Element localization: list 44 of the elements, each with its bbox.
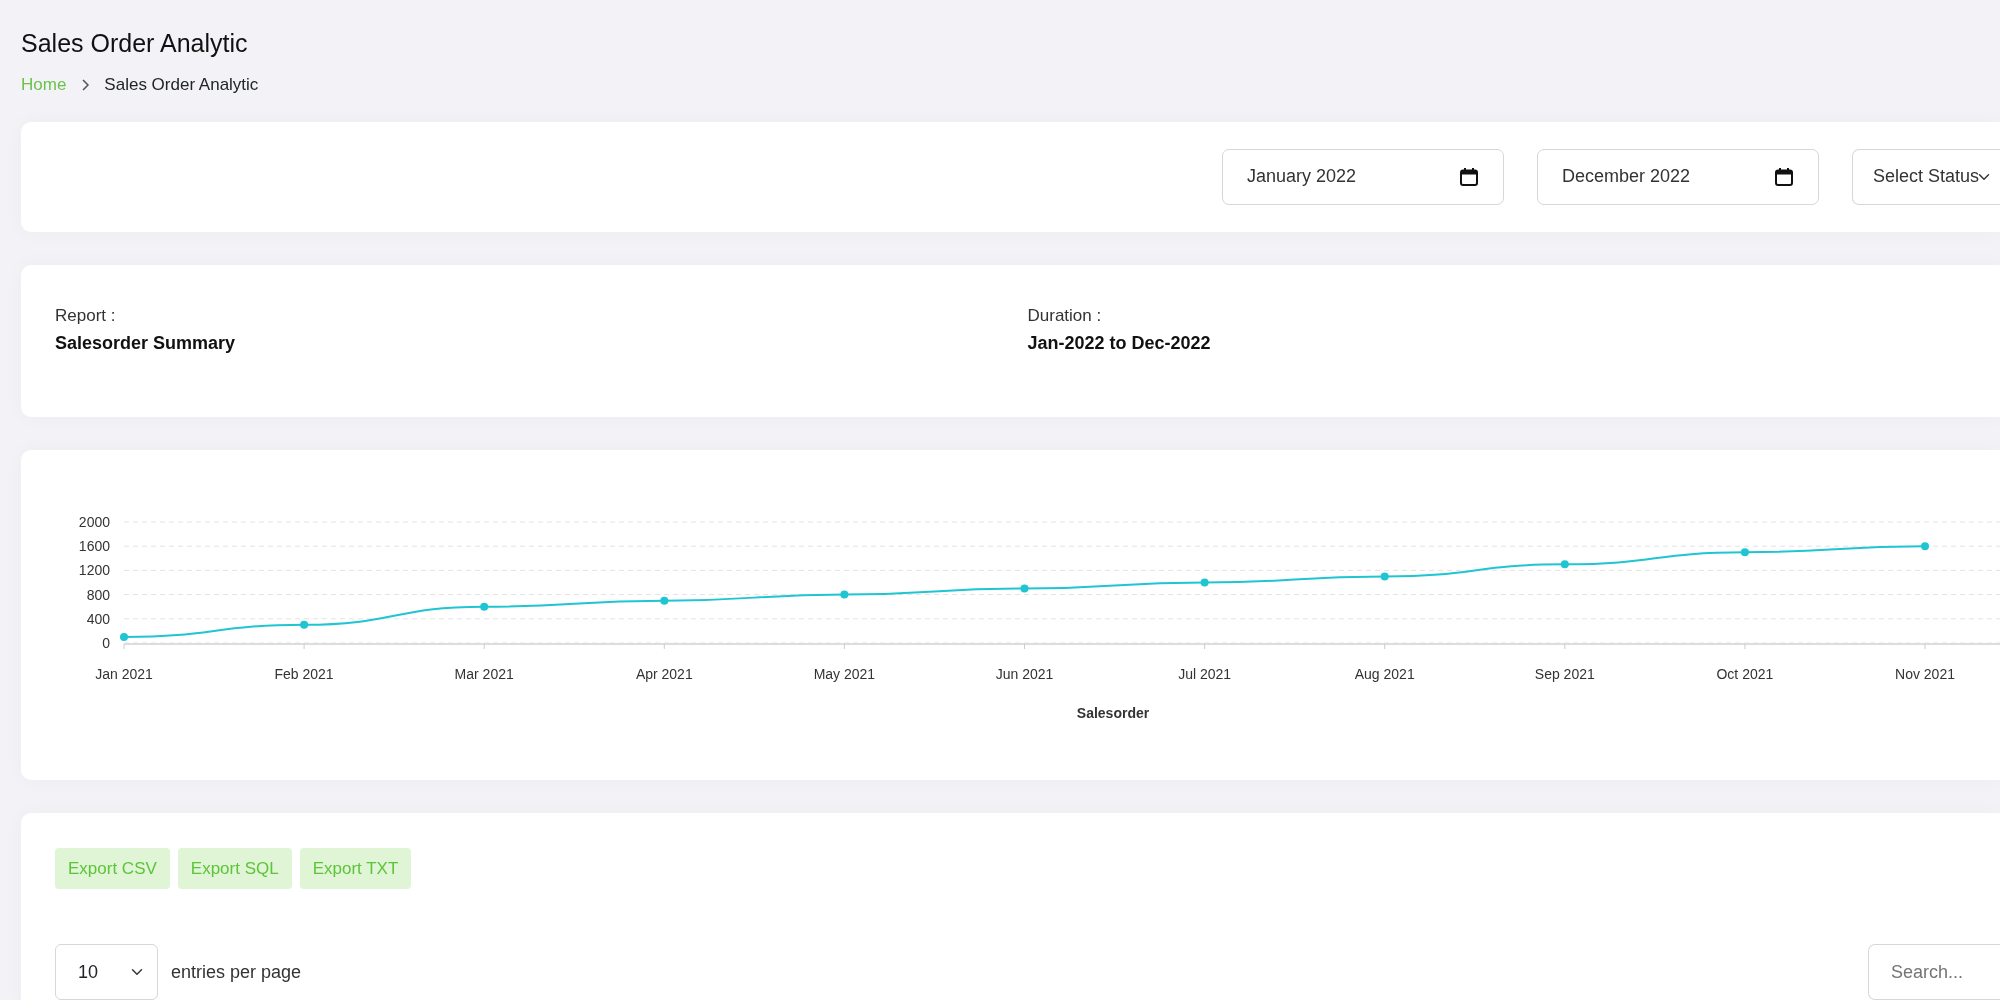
data-point xyxy=(840,590,849,599)
y-tick-label: 800 xyxy=(86,586,110,603)
data-point xyxy=(1200,578,1209,586)
info-label: Duration : xyxy=(1027,304,1103,327)
x-tick-label: Aug 2021 xyxy=(1354,665,1415,682)
x-tick-label: Apr 2021 xyxy=(635,665,693,682)
y-tick-label: 2000 xyxy=(78,513,110,530)
data-point xyxy=(1020,584,1029,593)
info-value: Jan-2022 to Dec-2022 xyxy=(1027,332,1212,355)
data-point xyxy=(660,596,669,605)
calendar-icon xyxy=(1774,166,1794,187)
search-field[interactable]: Search... xyxy=(1868,944,2000,1000)
x-tick-label: Oct 2021 xyxy=(1716,665,1774,682)
x-tick-label: Nov 2021 xyxy=(1895,665,1955,682)
y-tick-label: 1600 xyxy=(78,537,110,554)
x-tick-label: Jun 2021 xyxy=(995,665,1054,682)
data-point xyxy=(480,602,489,611)
legend-label: Salesorder xyxy=(1076,704,1150,721)
data-point xyxy=(1380,571,1389,580)
x-tick-label: Feb 2021 xyxy=(274,665,334,682)
chevron-icon xyxy=(80,78,91,91)
status-select[interactable]: Select Status xyxy=(1852,148,2000,205)
start-month-field[interactable]: January 2022 xyxy=(1222,148,1504,205)
data-point xyxy=(1921,541,1929,550)
breadcrumb-current: Sales Order Analytic xyxy=(104,74,259,96)
y-tick-label: 1200 xyxy=(78,561,110,578)
page-size-select[interactable]: 10 xyxy=(55,944,158,1000)
page-title: Sales Order Analytic xyxy=(21,28,249,58)
page-size-label: entries per page xyxy=(171,960,302,984)
x-tick-label: Sep 2021 xyxy=(1534,665,1595,682)
y-tick-label: 0 xyxy=(102,634,110,651)
x-tick-label: Jan 2021 xyxy=(95,665,153,682)
data-point xyxy=(300,620,309,629)
info-label: Report : xyxy=(55,304,117,327)
calendar-icon xyxy=(1459,166,1479,187)
data-point xyxy=(120,632,128,641)
x-tick-label: May 2021 xyxy=(813,665,876,682)
x-tick-label: Jul 2021 xyxy=(1178,665,1232,682)
x-tick-label: Mar 2021 xyxy=(454,665,514,682)
end-month-field[interactable]: December 2022 xyxy=(1537,148,1819,205)
data-point xyxy=(1740,547,1749,556)
data-point xyxy=(1560,559,1569,568)
info-value: Salesorder Summary xyxy=(55,332,237,355)
y-tick-label: 400 xyxy=(86,610,110,627)
